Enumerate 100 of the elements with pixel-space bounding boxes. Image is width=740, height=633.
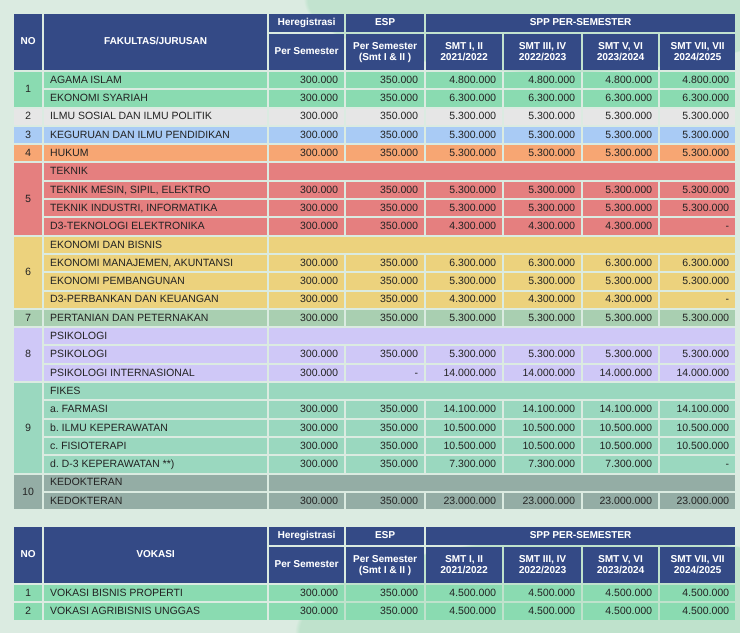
- column-header: SMT VII, VII 2024/2025: [660, 34, 736, 70]
- column-header: NO: [14, 527, 42, 584]
- column-header: SMT I, II 2021/2022: [426, 547, 502, 584]
- table-cell: 350.000: [346, 90, 424, 107]
- table-cell: 5.300.000: [426, 108, 502, 125]
- table-cell: EKONOMI PEMBANGUNAN: [44, 273, 267, 290]
- table-cell: 350.000: [346, 438, 424, 454]
- table-cell: TEKNIK INDUSTRI, INFORMATIKA: [44, 200, 267, 216]
- table-cell: 300.000: [269, 292, 344, 308]
- table-cell: 4.500.000: [504, 585, 581, 602]
- table-cell: 300.000: [269, 438, 344, 454]
- table-cell: 4.500.000: [583, 603, 658, 620]
- table-cell: d. D-3 KEPERAWATAN **): [44, 456, 267, 473]
- table-cell: c. FISIOTERAPI: [44, 438, 267, 454]
- table-cell: 5.300.000: [660, 126, 736, 144]
- table-cell: 5.300.000: [583, 200, 658, 216]
- table-cell: 300.000: [269, 90, 344, 107]
- table-cell: 5.300.000: [660, 200, 736, 216]
- table-cell: 5.300.000: [583, 273, 658, 290]
- table-cell: 350.000: [346, 273, 424, 290]
- table-cell: 7.300.000: [426, 456, 502, 473]
- table-cell: 5.300.000: [583, 182, 658, 198]
- row-number: 10: [14, 474, 42, 510]
- table-cell: KEDOKTERAN: [44, 474, 267, 491]
- table-cell: 300.000: [269, 273, 344, 290]
- table-cell: TEKNIK: [44, 163, 267, 180]
- table-cell: 4.300.000: [426, 292, 502, 308]
- table-cell: D3-TEKNOLOGI ELEKTRONIKA: [44, 218, 267, 235]
- table-cell: 350.000: [346, 346, 424, 363]
- table-cell: KEDOKTERAN: [44, 492, 267, 510]
- table-cell: 4.800.000: [660, 72, 736, 88]
- table-cell: -: [660, 456, 736, 473]
- table-cell: 14.000.000: [504, 364, 581, 382]
- table-cell: 5.300.000: [583, 108, 658, 125]
- table-cell: 5.300.000: [660, 346, 736, 363]
- table-cell: 350.000: [346, 292, 424, 308]
- row-number: 2: [14, 108, 42, 125]
- table-cell: 4.300.000: [583, 292, 658, 308]
- table-cell: 7.300.000: [504, 456, 581, 473]
- table-cell: 4.500.000: [660, 603, 736, 620]
- table-cell: 350.000: [346, 456, 424, 473]
- table-cell: -: [346, 364, 424, 382]
- table-cell: -: [660, 292, 736, 308]
- table-cell: 10.500.000: [583, 438, 658, 454]
- table-cell: 300.000: [269, 72, 344, 88]
- table-cell: 4.300.000: [583, 218, 658, 235]
- table-cell: 4.300.000: [504, 292, 581, 308]
- table-cell: 5.300.000: [504, 200, 581, 216]
- table-cell: 6.300.000: [504, 90, 581, 107]
- table-cell: 350.000: [346, 200, 424, 216]
- table-cell: 350.000: [346, 182, 424, 198]
- table-cell: 5.300.000: [504, 126, 581, 144]
- table-cell: 23.000.000: [426, 492, 502, 510]
- column-header: SMT I, II 2021/2022: [426, 34, 502, 70]
- table-cell: 350.000: [346, 218, 424, 235]
- table-cell: 23.000.000: [660, 492, 736, 510]
- column-header: Heregistrasi: [269, 14, 344, 32]
- table-cell: TEKNIK MESIN, SIPIL, ELEKTRO: [44, 182, 267, 198]
- table-cell: 300.000: [269, 126, 344, 144]
- table-cell: 5.300.000: [504, 182, 581, 198]
- table-cell: 5.300.000: [583, 126, 658, 144]
- table-cell: 5.300.000: [583, 346, 658, 363]
- table-cell: 6.300.000: [660, 254, 736, 272]
- table-cell: 5.300.000: [504, 310, 581, 326]
- row-number: 2: [14, 603, 42, 620]
- column-header: SMT V, VI 2023/2024: [583, 34, 658, 70]
- table-cell: 4.300.000: [504, 218, 581, 235]
- column-header: SMT III, IV 2022/2023: [504, 34, 581, 70]
- table-cell: 14.100.000: [504, 401, 581, 418]
- table-cell: 6.300.000: [426, 254, 502, 272]
- table-cell: 350.000: [346, 72, 424, 88]
- table-cell: 5.300.000: [660, 273, 736, 290]
- table-cell: 6.300.000: [660, 90, 736, 107]
- table-cell: 5.300.000: [504, 108, 581, 125]
- table-cell: PSIKOLOGI: [44, 346, 267, 363]
- table-cell: 14.100.000: [426, 401, 502, 418]
- table-cell: 300.000: [269, 218, 344, 235]
- table-cell: 6.300.000: [583, 90, 658, 107]
- table-cell: 4.500.000: [504, 603, 581, 620]
- table-cell: FIKES: [44, 383, 267, 400]
- table-cell: 5.300.000: [504, 346, 581, 363]
- table-cell: 350.000: [346, 145, 424, 162]
- table-cell: 4.500.000: [660, 585, 736, 602]
- table-cell: 350.000: [346, 310, 424, 326]
- table-cell: 350.000: [346, 420, 424, 436]
- table-cell: 6.300.000: [504, 254, 581, 272]
- table-cell: 300.000: [269, 182, 344, 198]
- column-header: Per Semester (Smt I & II ): [346, 547, 424, 584]
- table-cell: 5.300.000: [583, 310, 658, 326]
- column-header: SMT VII, VII 2024/2025: [660, 547, 736, 584]
- table-cell: 5.300.000: [504, 145, 581, 162]
- table-cell: 300.000: [269, 254, 344, 272]
- column-header: SMT V, VI 2023/2024: [583, 547, 658, 584]
- table-cell: 5.300.000: [426, 346, 502, 363]
- table-cell: 6.300.000: [583, 254, 658, 272]
- table-cell: 350.000: [346, 585, 424, 602]
- table-cell: VOKASI AGRIBISNIS UNGGAS: [44, 603, 267, 620]
- row-number: 8: [14, 328, 42, 382]
- table-cell: 5.300.000: [426, 126, 502, 144]
- table-cell: 300.000: [269, 585, 344, 602]
